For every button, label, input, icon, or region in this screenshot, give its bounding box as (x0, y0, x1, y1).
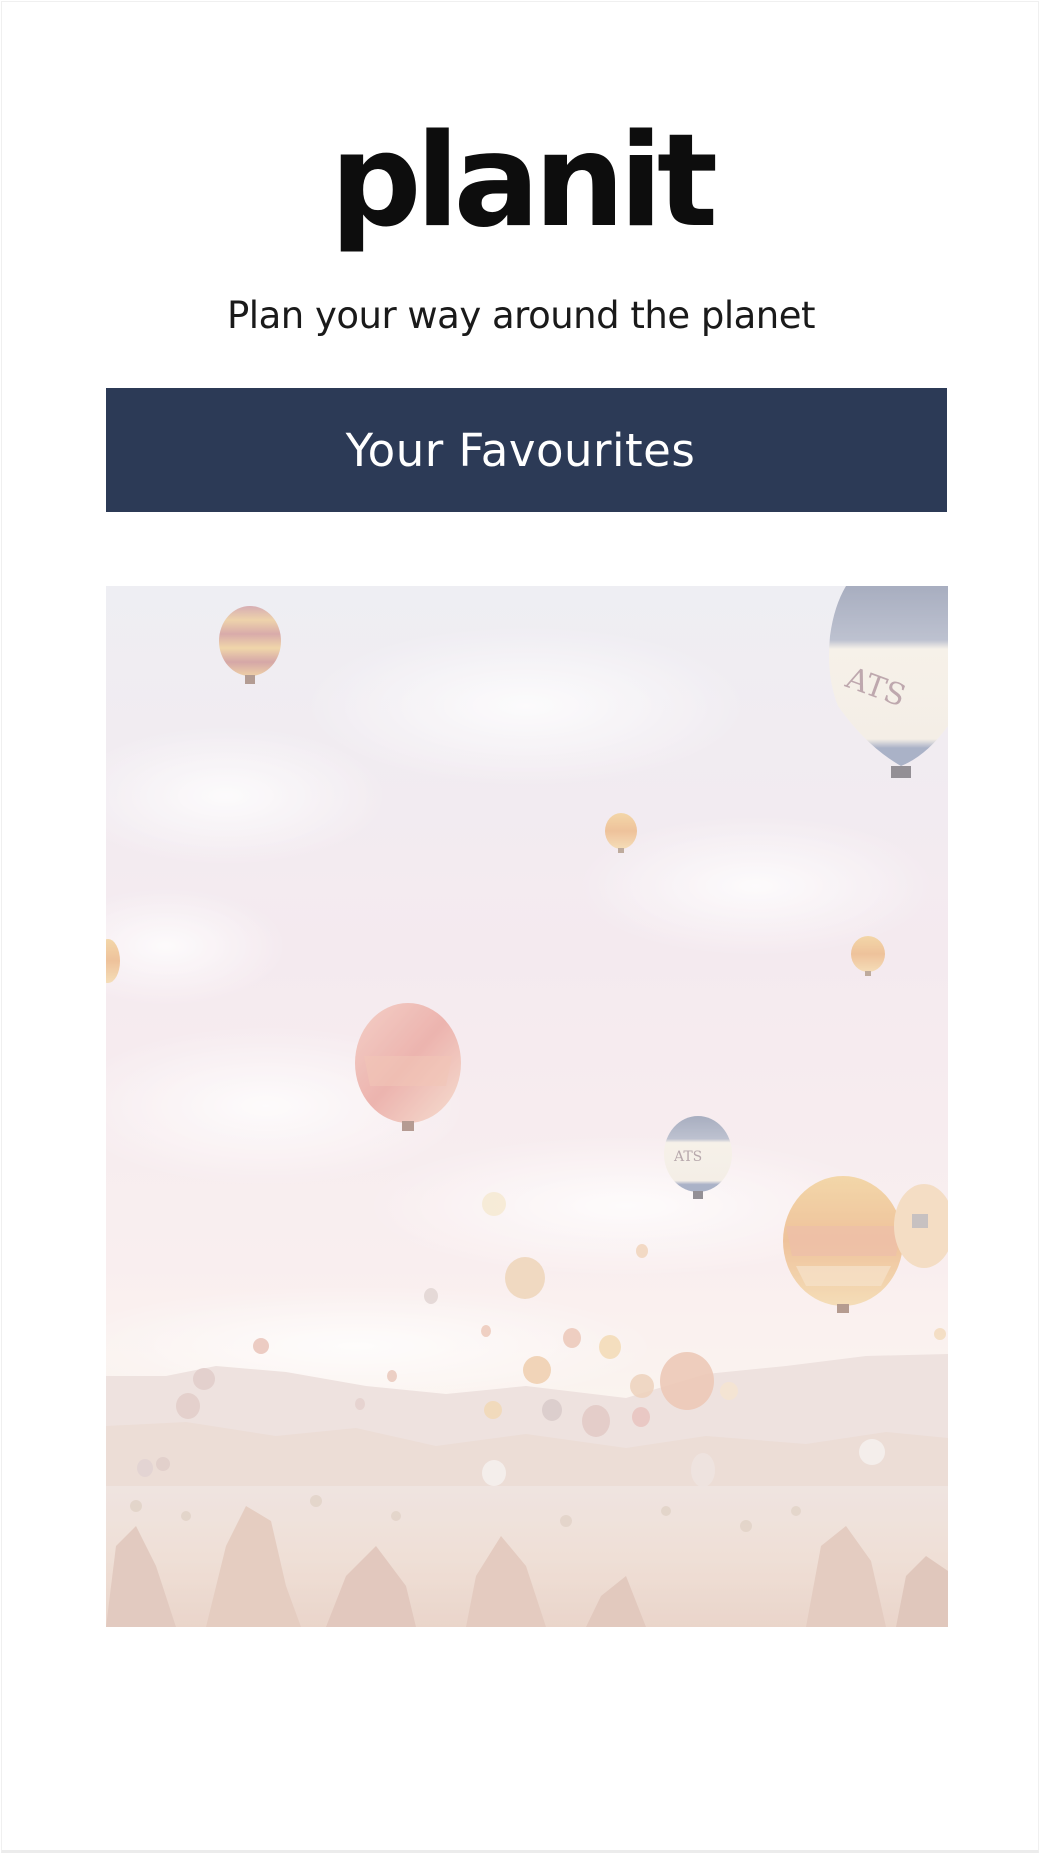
app-tagline: Plan your way around the planet (226, 294, 816, 337)
app-logo: planit (329, 107, 718, 256)
hero-image: ATS ATS (106, 586, 948, 1627)
your-favourites-button[interactable]: Your Favourites (106, 388, 947, 512)
hot-air-balloons-illustration: ATS ATS (106, 586, 948, 1627)
